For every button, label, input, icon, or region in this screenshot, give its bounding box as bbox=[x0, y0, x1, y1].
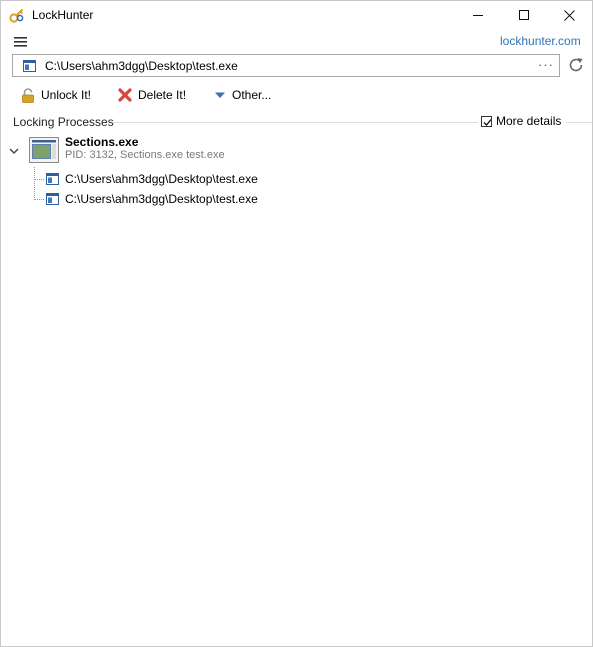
other-dropdown-button[interactable]: Other... bbox=[214, 86, 271, 104]
unlock-label: Unlock It! bbox=[41, 88, 92, 102]
locking-processes-title: Locking Processes bbox=[13, 115, 114, 129]
tree-branch bbox=[34, 199, 44, 200]
file-icon bbox=[23, 60, 36, 72]
delete-x-icon bbox=[118, 88, 132, 102]
lockhunter-icon bbox=[9, 7, 25, 23]
refresh-button[interactable] bbox=[567, 56, 585, 74]
minimize-icon bbox=[473, 15, 483, 16]
file-icon bbox=[46, 173, 59, 185]
path-input[interactable]: C:\Users\ahm3dgg\Desktop\test.exe ··· bbox=[12, 54, 560, 77]
group-divider-right bbox=[566, 122, 592, 123]
checkbox-check-icon bbox=[483, 118, 492, 126]
lock-icon bbox=[22, 87, 34, 103]
tree-connector bbox=[34, 167, 35, 200]
locked-file-row[interactable]: C:\Users\ahm3dgg\Desktop\test.exe bbox=[46, 171, 258, 187]
locked-file-path: C:\Users\ahm3dgg\Desktop\test.exe bbox=[65, 172, 258, 186]
maximize-button[interactable] bbox=[501, 1, 547, 29]
file-icon bbox=[46, 193, 59, 205]
checkbox-box bbox=[481, 115, 492, 127]
group-divider bbox=[113, 122, 478, 123]
delete-button[interactable]: Delete It! bbox=[118, 86, 186, 104]
title-bar: LockHunter bbox=[1, 1, 592, 29]
dropdown-triangle-icon bbox=[215, 92, 225, 98]
locked-file-path: C:\Users\ahm3dgg\Desktop\test.exe bbox=[65, 192, 258, 206]
minimize-button[interactable] bbox=[455, 1, 501, 29]
locked-file-row[interactable]: C:\Users\ahm3dgg\Desktop\test.exe bbox=[46, 191, 258, 207]
path-value: C:\Users\ahm3dgg\Desktop\test.exe bbox=[45, 59, 238, 73]
website-link[interactable]: lockhunter.com bbox=[500, 34, 581, 48]
chevron-down-icon bbox=[9, 148, 19, 154]
other-label: Other... bbox=[232, 88, 272, 102]
close-icon bbox=[563, 9, 575, 21]
more-details-label: More details bbox=[496, 114, 562, 128]
unlock-button[interactable]: Unlock It! bbox=[21, 86, 91, 104]
browse-button[interactable]: ··· bbox=[538, 57, 554, 72]
menu-icon bbox=[14, 37, 27, 47]
close-button[interactable] bbox=[546, 1, 592, 29]
maximize-icon bbox=[519, 10, 529, 20]
process-window-icon bbox=[29, 137, 59, 163]
app-window: LockHunter lockhunter.com C:\Users\ahm3d bbox=[0, 0, 593, 647]
refresh-icon bbox=[569, 58, 583, 72]
collapse-toggle[interactable] bbox=[8, 145, 20, 155]
window-title: LockHunter bbox=[32, 8, 94, 22]
process-detail: PID: 3132, Sections.exe test.exe bbox=[65, 149, 225, 161]
delete-label: Delete It! bbox=[138, 88, 187, 102]
menu-button[interactable] bbox=[14, 36, 28, 48]
more-details-checkbox[interactable]: More details bbox=[481, 114, 561, 128]
process-name[interactable]: Sections.exe bbox=[65, 135, 138, 149]
tree-branch bbox=[34, 179, 44, 180]
